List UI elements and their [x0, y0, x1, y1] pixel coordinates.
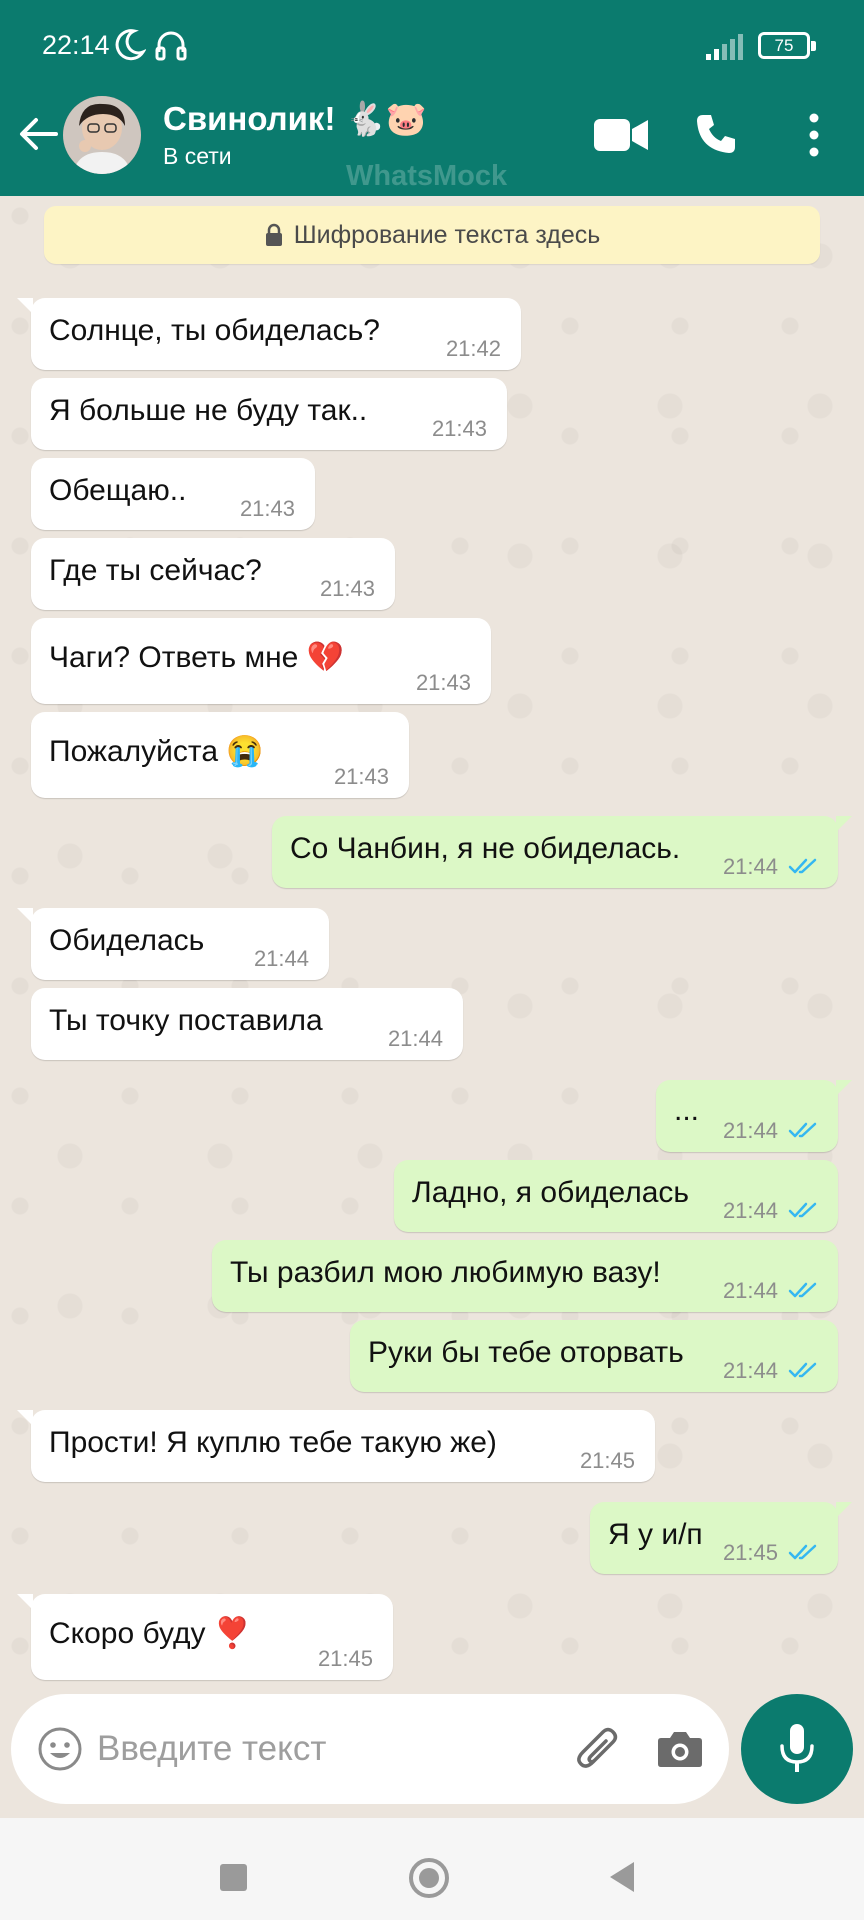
read-receipt-icon: [788, 1544, 817, 1560]
message-text: ...: [674, 1094, 700, 1127]
message-incoming[interactable]: Скоро буду ❣️ 21:45: [17, 1594, 393, 1680]
message-outgoing[interactable]: Руки бы тебе оторвать 21:44: [350, 1320, 838, 1392]
message-composer: [11, 1694, 729, 1804]
voice-record-button[interactable]: [741, 1694, 853, 1804]
emoji-icon[interactable]: [37, 1726, 83, 1772]
message-text: Пожалуйста 😭: [49, 735, 264, 768]
message-time: 21:43: [333, 764, 389, 789]
phone-icon[interactable]: [694, 112, 738, 156]
message-time: 21:44: [722, 854, 778, 879]
watermark: WhatsMock: [346, 160, 508, 192]
message-input[interactable]: [97, 1722, 557, 1776]
message-outgoing[interactable]: Со Чанбин, я не обиделась. 21:44: [272, 816, 852, 888]
message-incoming[interactable]: Где ты сейчас? 21:43: [31, 538, 395, 610]
contact-status: В сети: [163, 143, 232, 169]
message-incoming[interactable]: Ты точку поставила 21:44: [31, 988, 463, 1060]
system-nav-bar: [0, 1818, 864, 1920]
headset-icon: [155, 31, 187, 61]
message-text: Я у и/п: [608, 1518, 703, 1551]
message-incoming[interactable]: Солнце, ты обиделась? 21:42: [17, 298, 521, 370]
attach-icon[interactable]: [573, 1722, 623, 1776]
message-time: 21:44: [722, 1118, 778, 1143]
recents-button[interactable]: [220, 1864, 247, 1891]
message-text: Ты точку поставила: [49, 1004, 323, 1037]
message-time: 21:45: [579, 1448, 635, 1473]
message-incoming[interactable]: Чаги? Ответь мне 💔 21:43: [31, 618, 491, 704]
message-text: Где ты сейчас?: [49, 554, 262, 587]
message-time: 21:44: [722, 1198, 778, 1223]
message-text: Я больше не буду так..: [49, 394, 368, 427]
message-text: Ты разбил мою любимую вазу!: [230, 1256, 661, 1289]
message-outgoing[interactable]: Ты разбил мою любимую вазу! 21:44: [212, 1240, 838, 1312]
microphone-icon: [780, 1724, 814, 1772]
encryption-text: Шифрование текста здесь: [293, 220, 601, 249]
message-time: 21:44: [253, 946, 309, 971]
video-call-icon[interactable]: [594, 116, 648, 154]
more-vert-icon[interactable]: [802, 112, 826, 158]
message-time: 21:45: [317, 1646, 373, 1671]
message-text: Ладно, я обиделась: [412, 1176, 690, 1209]
message-incoming[interactable]: Пожалуйста 😭 21:43: [31, 712, 409, 798]
message-incoming[interactable]: Я больше не буду так.. 21:43: [31, 378, 507, 450]
battery-level: 75: [774, 35, 794, 55]
status-bar: 22:14 75: [0, 0, 864, 90]
message-time: 21:43: [431, 416, 487, 441]
message-time: 21:44: [722, 1278, 778, 1303]
message-text: Руки бы тебе оторвать: [368, 1336, 684, 1369]
message-outgoing[interactable]: ... 21:44: [656, 1080, 852, 1152]
chat-area[interactable]: Шифрование текста здесь Солнце, ты обиде…: [0, 196, 864, 1696]
status-time: 22:14: [42, 30, 110, 60]
moon-icon: [115, 29, 146, 61]
message-time: 21:45: [722, 1540, 778, 1565]
chat-header: 22:14 75 Свинолик! 🐇🐷 В сети WhatsMock: [0, 0, 864, 196]
message-time: 21:42: [445, 336, 501, 361]
message-time: 21:43: [239, 496, 295, 521]
read-receipt-icon: [788, 1122, 817, 1138]
message-text: Прости! Я куплю тебе такую же): [49, 1426, 497, 1459]
message-text: Солнце, ты обиделась?: [49, 314, 380, 347]
message-text: Обиделась: [49, 924, 205, 957]
read-receipt-icon: [788, 858, 817, 874]
message-outgoing[interactable]: Я у и/п 21:45: [590, 1502, 852, 1574]
back-arrow-icon[interactable]: [16, 112, 60, 156]
message-incoming[interactable]: Обещаю.. 21:43: [31, 458, 315, 530]
message-text: Обещаю..: [49, 474, 187, 507]
message-text: Чаги? Ответь мне 💔: [49, 641, 345, 674]
contact-name[interactable]: Свинолик! 🐇🐷: [163, 100, 427, 139]
contact-avatar[interactable]: [63, 96, 141, 174]
read-receipt-icon: [788, 1282, 817, 1298]
nav-back-button[interactable]: [610, 1862, 634, 1892]
home-button[interactable]: [409, 1858, 449, 1898]
message-time: 21:43: [415, 670, 471, 695]
camera-icon[interactable]: [657, 1728, 703, 1768]
message-time: 21:43: [319, 576, 375, 601]
message-outgoing[interactable]: Ладно, я обиделась 21:44: [394, 1160, 838, 1232]
message-time: 21:44: [722, 1358, 778, 1383]
read-receipt-icon: [788, 1202, 817, 1218]
lock-icon: [265, 223, 282, 246]
message-incoming[interactable]: Обиделась 21:44: [17, 908, 329, 980]
read-receipt-icon: [788, 1362, 817, 1378]
message-text: Со Чанбин, я не обиделась.: [290, 832, 681, 865]
avatar-image: [63, 96, 141, 174]
message-incoming[interactable]: Прости! Я куплю тебе такую же) 21:45: [17, 1410, 655, 1482]
message-text: Скоро буду ❣️: [49, 1617, 252, 1650]
signal-icon: [706, 34, 743, 60]
encryption-notice[interactable]: Шифрование текста здесь: [44, 206, 820, 264]
message-time: 21:44: [387, 1026, 443, 1051]
battery-indicator: 75: [758, 32, 816, 59]
